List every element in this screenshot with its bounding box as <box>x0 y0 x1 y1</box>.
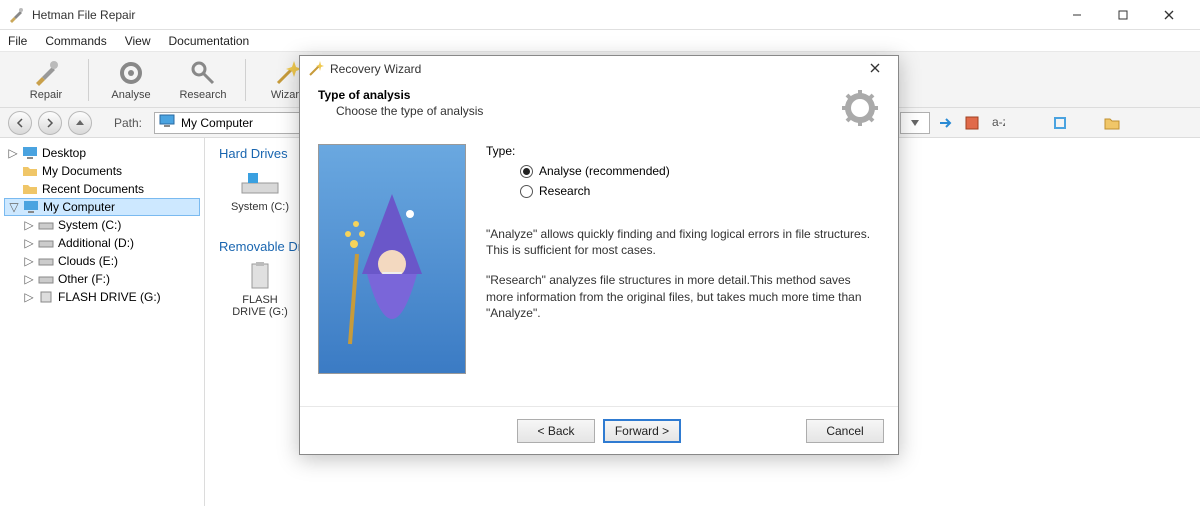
dialog-subheading: Choose the type of analysis <box>336 104 840 118</box>
image-view-icon[interactable] <box>962 113 982 133</box>
tool-label: Analyse <box>111 89 150 101</box>
drive-icon <box>38 272 54 286</box>
drive-icon <box>38 236 54 250</box>
radio-icon <box>520 165 533 178</box>
minimize-button[interactable] <box>1054 0 1100 30</box>
tree-label: Clouds (E:) <box>58 254 118 268</box>
tool-repair[interactable]: Repair <box>10 59 82 101</box>
path-dropdown[interactable] <box>900 112 930 134</box>
tree-label: Recent Documents <box>42 182 144 196</box>
gear-large-icon <box>840 88 880 128</box>
wand-icon <box>308 61 324 77</box>
app-icon <box>8 7 24 23</box>
svg-text:a-z: a-z <box>992 116 1005 129</box>
gear-icon <box>117 59 145 87</box>
tree-label: My Computer <box>43 200 115 214</box>
radio-label: Analyse (recommended) <box>539 164 670 178</box>
sort-icon[interactable]: a-z <box>988 113 1008 133</box>
nav-forward-button[interactable] <box>38 111 62 135</box>
gear-wrench-icon <box>189 59 217 87</box>
dialog-title: Recovery Wizard <box>330 62 860 76</box>
menu-documentation[interactable]: Documentation <box>169 34 250 48</box>
tree-node-recent[interactable]: Recent Documents <box>4 180 200 198</box>
preview-icon[interactable] <box>1050 113 1070 133</box>
drive-item[interactable]: System (C:) <box>225 169 295 213</box>
separator <box>245 59 246 101</box>
radio-analyse[interactable]: Analyse (recommended) <box>520 164 880 178</box>
tree-node-drive[interactable]: ▷Clouds (E:) <box>4 252 200 270</box>
tree-label: Other (F:) <box>58 272 110 286</box>
nav-up-button[interactable] <box>68 111 92 135</box>
monitor-icon <box>159 114 175 131</box>
tool-label: Research <box>179 89 226 101</box>
tree-node-drive[interactable]: ▷Other (F:) <box>4 270 200 288</box>
menubar: File Commands View Documentation <box>0 30 1200 52</box>
recovery-wizard-dialog: Recovery Wizard Type of analysis Choose … <box>299 55 899 455</box>
dialog-titlebar: Recovery Wizard <box>300 56 898 82</box>
tree-panel: ▷Desktop My Documents Recent Documents ▽… <box>0 138 205 506</box>
dialog-body: Type: Analyse (recommended) Research "An… <box>300 138 898 380</box>
analyse-description: "Analyze" allows quickly finding and fix… <box>486 226 880 258</box>
tree-node-drive[interactable]: ▷System (C:) <box>4 216 200 234</box>
tool-label: Repair <box>30 89 62 101</box>
separator <box>88 59 89 101</box>
tree-node-desktop[interactable]: ▷Desktop <box>4 144 200 162</box>
go-icon[interactable] <box>936 113 956 133</box>
path-value: My Computer <box>181 116 253 130</box>
cancel-button[interactable]: Cancel <box>806 419 884 443</box>
titlebar: Hetman File Repair <box>0 0 1200 30</box>
usb-icon <box>38 290 54 304</box>
menu-commands[interactable]: Commands <box>45 34 106 48</box>
desktop-icon <box>22 146 38 160</box>
tree-node-drive[interactable]: ▷Additional (D:) <box>4 234 200 252</box>
radio-icon <box>520 185 533 198</box>
drive-icon <box>38 254 54 268</box>
tree-label: Desktop <box>42 146 86 160</box>
monitor-icon <box>23 200 39 214</box>
button-label: < Back <box>537 424 574 438</box>
tree-node-mydocs[interactable]: My Documents <box>4 162 200 180</box>
path-label: Path: <box>114 116 142 130</box>
radio-label: Research <box>539 184 590 198</box>
back-button[interactable]: < Back <box>517 419 595 443</box>
folder-icon[interactable] <box>1102 113 1122 133</box>
maximize-button[interactable] <box>1100 0 1146 30</box>
usb-drive-icon <box>240 262 280 290</box>
wizard-icon <box>274 59 302 87</box>
dialog-close-button[interactable] <box>860 62 890 76</box>
dialog-header: Type of analysis Choose the type of anal… <box>300 82 898 138</box>
drive-label: FLASH DRIVE (G:) <box>225 294 295 318</box>
menu-file[interactable]: File <box>8 34 27 48</box>
folder-icon <box>22 164 38 178</box>
wizard-image <box>318 144 466 374</box>
drive-label: System (C:) <box>231 201 289 213</box>
tree-node-mycomputer[interactable]: ▽My Computer <box>4 198 200 216</box>
tool-analyse[interactable]: Analyse <box>95 59 167 101</box>
dialog-footer: < Back Forward > Cancel <box>300 406 898 454</box>
folder-icon <box>22 182 38 196</box>
drive-icon <box>240 169 280 197</box>
dialog-heading: Type of analysis <box>318 88 840 102</box>
tool-research[interactable]: Research <box>167 59 239 101</box>
nav-back-button[interactable] <box>8 111 32 135</box>
wrench-icon <box>32 59 60 87</box>
tree-label: My Documents <box>42 164 122 178</box>
menu-view[interactable]: View <box>125 34 151 48</box>
radio-research[interactable]: Research <box>520 184 880 198</box>
tree-label: Additional (D:) <box>58 236 134 250</box>
app-title: Hetman File Repair <box>32 8 1054 22</box>
button-label: Forward > <box>615 424 669 438</box>
forward-button[interactable]: Forward > <box>603 419 681 443</box>
options-panel: Type: Analyse (recommended) Research "An… <box>486 144 880 374</box>
type-label: Type: <box>486 144 880 158</box>
button-label: Cancel <box>826 424 863 438</box>
tree-label: FLASH DRIVE (G:) <box>58 290 161 304</box>
tree-label: System (C:) <box>58 218 121 232</box>
removable-drive-item[interactable]: FLASH DRIVE (G:) <box>225 262 295 318</box>
drive-icon <box>38 218 54 232</box>
research-description: "Research" analyzes file structures in m… <box>486 272 880 321</box>
tree-node-drive[interactable]: ▷FLASH DRIVE (G:) <box>4 288 200 306</box>
close-button[interactable] <box>1146 0 1192 30</box>
